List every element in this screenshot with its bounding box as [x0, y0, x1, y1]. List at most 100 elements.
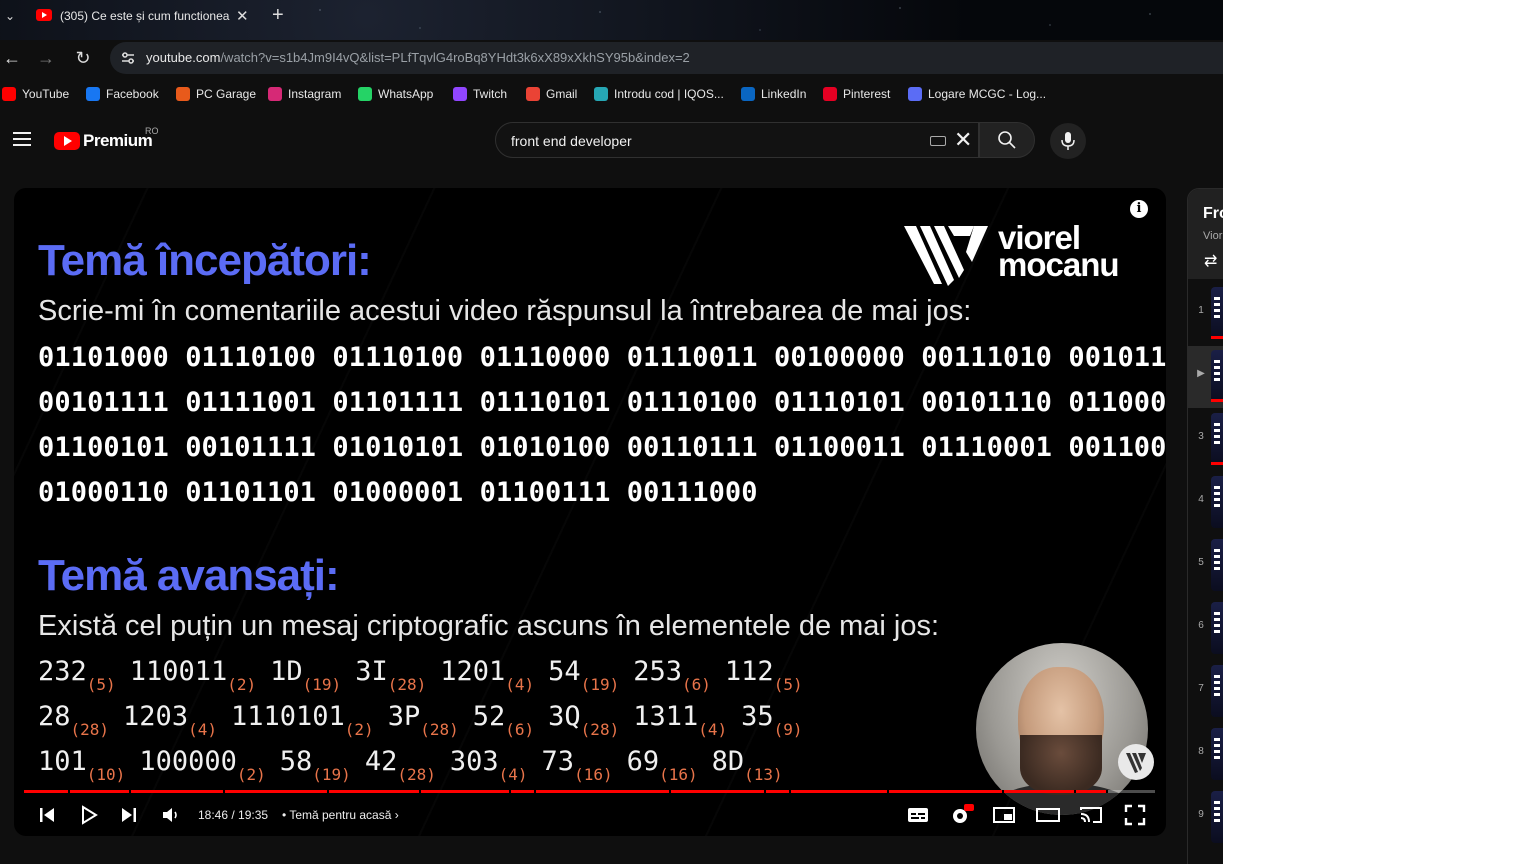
number-value: 42 [364, 746, 398, 777]
site-info-icon[interactable] [120, 50, 136, 66]
bookmark-pcgarage[interactable]: PC Garage [176, 87, 256, 103]
loop-icon[interactable]: ⇄ [1204, 251, 1217, 271]
youtube-masthead: Premium RO front end developer ✕ [0, 116, 1223, 166]
active-tab[interactable]: (305) Ce este și cum functionea... ✕ [26, 4, 258, 30]
number-value: 303 [449, 746, 499, 777]
playlist-item[interactable]: 6 [1188, 598, 1223, 660]
bookmark-mcgc[interactable]: Logare MCGC - Log... [908, 87, 1046, 103]
search-input[interactable]: front end developer ✕ [495, 122, 979, 158]
new-tab-button[interactable]: + [272, 4, 284, 27]
binary-line: 01101000 01110100 01110100 01110000 0111… [38, 342, 1166, 373]
playlist-item-index: 9 [1198, 809, 1204, 820]
playlist-item[interactable]: 4 [1188, 472, 1223, 534]
cast-icon[interactable] [1079, 804, 1103, 826]
menu-icon[interactable] [13, 132, 31, 146]
number-base: (19) [312, 765, 351, 784]
logo-text: Premium [83, 131, 153, 150]
bookmark-label: LinkedIn [761, 87, 807, 101]
playlist-item[interactable]: 3 [1188, 409, 1223, 471]
play-icon[interactable] [80, 804, 98, 826]
encoded-number: 253(6) [633, 656, 711, 694]
forward-arrow-icon[interactable]: → [36, 48, 56, 68]
playlist-title[interactable]: Fro [1203, 205, 1223, 223]
volume-icon[interactable] [161, 804, 181, 826]
fullscreen-icon[interactable] [1124, 804, 1146, 826]
url-path: /watch?v=s1b4Jm9I4vQ&list=PLfTqvlG4roBq8… [220, 50, 690, 65]
number-value: 1201 [440, 656, 506, 687]
heading-beginners: Temă începători: [38, 236, 372, 285]
encoded-number: 28(28) [38, 701, 109, 739]
search-button[interactable] [979, 122, 1035, 158]
address-bar[interactable]: youtube.com/watch?v=s1b4Jm9I4vQ&list=PLf… [110, 42, 1223, 74]
bookmark-linkedin[interactable]: LinkedIn [741, 87, 806, 103]
viorel-mocanu-logo: viorel mocanu [904, 221, 1149, 288]
settings-gear-icon[interactable] [950, 804, 974, 826]
tab-title: (305) Ce este și cum functionea... [60, 9, 230, 23]
playlist-item-index: ▶ [1197, 368, 1205, 379]
bookmark-instagram[interactable]: Instagram [268, 87, 341, 103]
subtitles-icon[interactable] [907, 804, 929, 826]
bookmark-whatsapp[interactable]: WhatsApp [358, 87, 433, 103]
progress-bar[interactable] [24, 790, 1155, 793]
search-query: front end developer [511, 133, 632, 149]
playlist-item[interactable]: ▶ [1188, 346, 1223, 408]
number-base: (6) [682, 675, 711, 694]
theater-mode-icon[interactable] [1036, 804, 1060, 826]
number-value: 253 [633, 656, 682, 687]
player-controls: 18:46 / 19:35 • Temă pentru acasă › [14, 798, 1166, 836]
encoded-number: 1203(4) [123, 701, 217, 739]
playlist-thumbnail [1211, 476, 1223, 528]
playlist-item-index: 8 [1198, 746, 1204, 757]
number-base: (28) [580, 720, 620, 739]
bookmark-youtube[interactable]: YouTube [2, 87, 69, 103]
tab-search-chevron-icon[interactable]: ⌄ [2, 8, 18, 24]
binary-line: 00101111 01111001 01101111 01110101 0111… [38, 387, 1166, 418]
playlist-item[interactable]: 5 [1188, 535, 1223, 597]
reload-icon[interactable]: ↻ [73, 48, 93, 68]
bookmark-label: Introdu cod | IQOS... [614, 87, 724, 101]
voice-search-button[interactable] [1050, 123, 1086, 159]
number-base: (5) [86, 675, 116, 694]
bookmark-gmail[interactable]: Gmail [526, 87, 577, 103]
info-icon[interactable]: i [1130, 200, 1148, 218]
bookmark-twitch[interactable]: Twitch [453, 87, 507, 103]
next-icon[interactable] [120, 804, 138, 826]
encoded-number: 303(4) [449, 746, 528, 784]
back-arrow-icon[interactable]: ← [2, 48, 22, 68]
number-base: (2) [344, 720, 374, 739]
search-icon [998, 131, 1016, 149]
clear-search-icon[interactable]: ✕ [954, 127, 972, 153]
bookmark-facebook[interactable]: Facebook [86, 87, 159, 103]
channel-watermark-icon[interactable] [1118, 744, 1154, 780]
number-base: (10) [86, 765, 126, 784]
playlist-item-index: 5 [1198, 557, 1204, 568]
playlist-owner[interactable]: Vior [1203, 230, 1222, 242]
number-base: (28) [420, 720, 459, 739]
encoded-number: 1110101(2) [231, 701, 374, 739]
tab-close-icon[interactable]: ✕ [236, 7, 249, 25]
prompt-beginners: Scrie-mi în comentariile acestui video r… [38, 295, 972, 327]
mcgc-icon [908, 87, 922, 101]
keyboard-icon[interactable] [930, 136, 946, 146]
chapter-title[interactable]: • Temă pentru acasă › [282, 808, 399, 822]
number-value: 8D [711, 746, 745, 777]
video-player[interactable]: i viorel mocanu Temă începători: Scrie-m… [14, 188, 1166, 836]
playlist-item[interactable]: 9 [1188, 787, 1223, 849]
number-base: (28) [397, 765, 436, 784]
miniplayer-icon[interactable] [993, 804, 1015, 826]
playlist-item[interactable]: 7 [1188, 661, 1223, 723]
bookmark-iqos[interactable]: Introdu cod | IQOS... [594, 87, 724, 103]
playlist-item[interactable]: 1 [1188, 283, 1223, 345]
url-domain: youtube.com [146, 50, 221, 65]
heading-advanced: Temă avansați: [38, 551, 340, 600]
encoded-number: 42(28) [364, 746, 436, 784]
previous-icon[interactable] [38, 804, 56, 826]
number-value: 54 [548, 656, 581, 687]
bookmark-pinterest[interactable]: Pinterest [823, 87, 890, 103]
encoded-number: 110011(2) [130, 656, 256, 694]
binary-line: 01100101 00101111 01010101 01010100 0011… [38, 432, 1166, 463]
playlist-item[interactable]: 8 [1188, 724, 1223, 786]
number-base: (4) [698, 720, 728, 739]
number-value: 35 [741, 701, 774, 732]
bookmark-label: YouTube [22, 87, 70, 101]
